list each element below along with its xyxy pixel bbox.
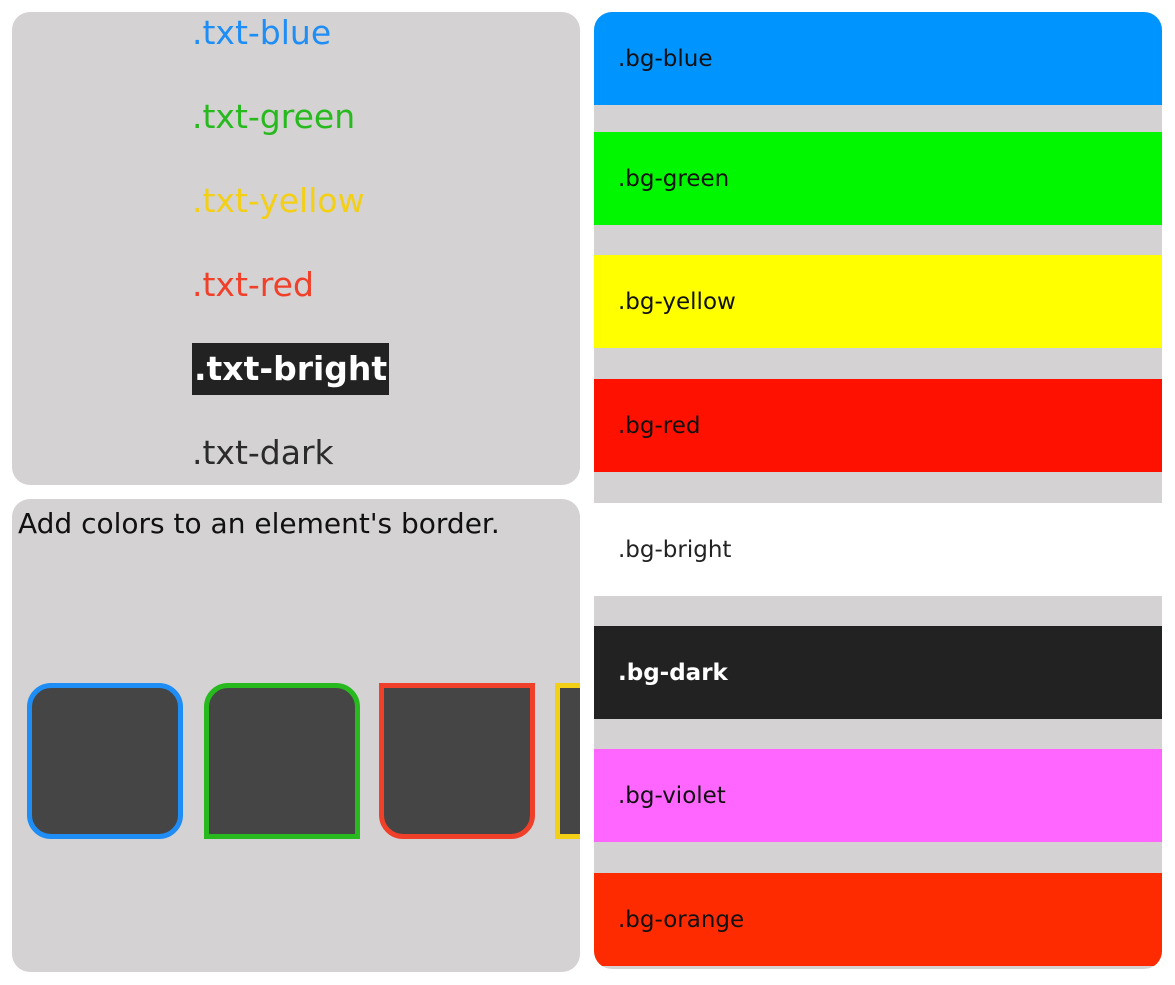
text-color-panel: .txt-blue .txt-green .txt-yellow .txt-re… xyxy=(12,12,580,485)
txt-yellow-sample: .txt-yellow xyxy=(192,181,365,220)
bg-dark-label: .bg-dark xyxy=(618,659,728,686)
bg-violet-label: .bg-violet xyxy=(618,782,726,809)
bg-green-label: .bg-green xyxy=(618,165,730,192)
bg-bright-strip: .bg-bright xyxy=(594,503,1162,596)
bg-orange-label: .bg-orange xyxy=(618,906,745,933)
bg-orange-strip: .bg-orange xyxy=(594,873,1162,966)
border-color-panel: Add colors to an element's border. xyxy=(12,499,580,972)
bg-yellow-strip: .bg-yellow xyxy=(594,255,1162,348)
bg-dark-strip: .bg-dark xyxy=(594,626,1162,719)
bg-blue-strip: .bg-blue xyxy=(594,12,1162,105)
border-section-description: Add colors to an element's border. xyxy=(18,507,500,540)
txt-bright-sample: .txt-bright xyxy=(192,343,390,395)
bg-green-strip: .bg-green xyxy=(594,132,1162,225)
bg-violet-strip: .bg-violet xyxy=(594,749,1162,842)
txt-green-sample: .txt-green xyxy=(192,97,356,136)
border-swatch-red xyxy=(379,683,535,839)
txt-red-sample: .txt-red xyxy=(192,265,314,304)
border-swatch-blue xyxy=(27,683,183,839)
txt-blue-sample: .txt-blue xyxy=(192,13,332,52)
bg-yellow-label: .bg-yellow xyxy=(618,288,736,315)
border-swatch-yellow xyxy=(555,683,580,839)
bg-red-label: .bg-red xyxy=(618,412,701,439)
border-swatch-green xyxy=(204,683,360,839)
bg-red-strip: .bg-red xyxy=(594,379,1162,472)
txt-dark-sample: .txt-dark xyxy=(192,433,334,472)
bg-blue-label: .bg-blue xyxy=(618,45,713,72)
bg-bright-label: .bg-bright xyxy=(618,536,732,563)
background-color-panel: .bg-blue .bg-green .bg-yellow .bg-red .b… xyxy=(594,12,1162,969)
